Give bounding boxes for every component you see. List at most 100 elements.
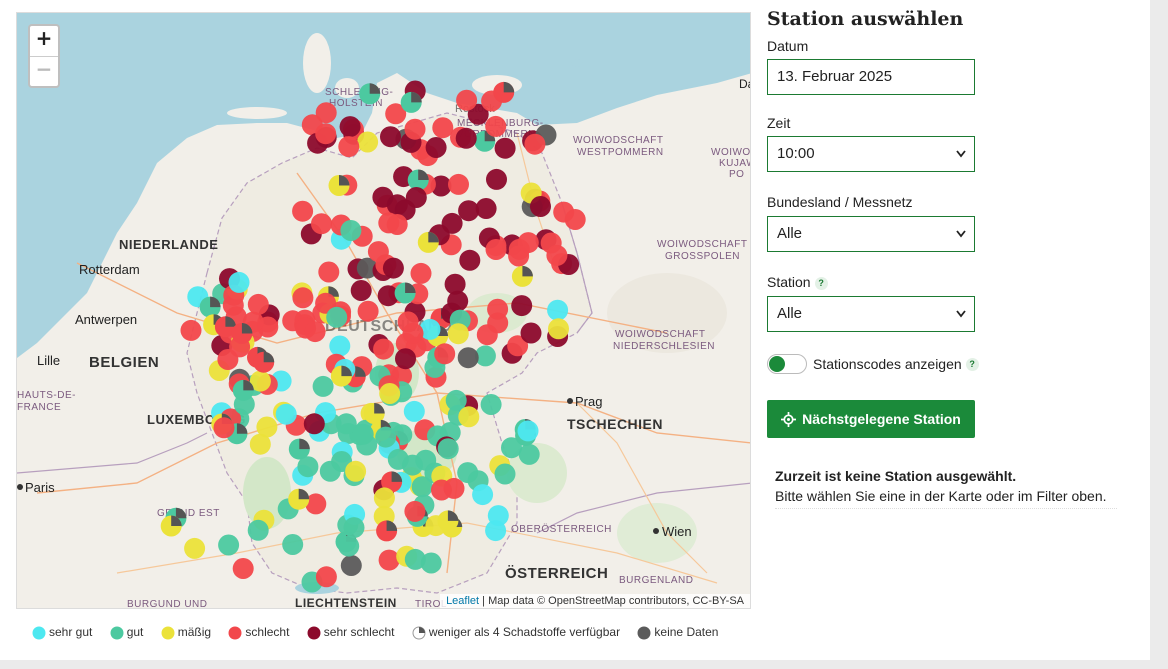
station-marker-schlecht[interactable]	[373, 338, 395, 360]
station-marker-sehr-schlecht[interactable]	[380, 126, 401, 148]
station-marker-schlecht[interactable]	[247, 293, 269, 315]
station-codes-toggle[interactable]	[767, 354, 807, 374]
station-marker-sehr-schlecht[interactable]	[494, 137, 516, 159]
station-marker-schlecht[interactable]	[311, 213, 332, 235]
station-marker-schlecht[interactable]	[448, 173, 469, 195]
station-marker-schlecht[interactable]	[292, 287, 314, 309]
station-marker-sehr-schlecht[interactable]	[350, 280, 372, 301]
station-marker-gut[interactable]	[338, 535, 360, 557]
station-marker-schlecht[interactable]	[434, 343, 456, 365]
station-marker-sehr-schlecht[interactable]	[511, 295, 533, 317]
station-marker-sehr-gut[interactable]	[329, 335, 351, 357]
station-marker-sehr-schlecht[interactable]	[486, 168, 507, 190]
station-marker-gut[interactable]	[343, 517, 365, 539]
zoom-in-button[interactable]: +	[30, 26, 58, 56]
station-marker-gut[interactable]	[319, 460, 341, 482]
station-marker-sehr-schlecht[interactable]	[530, 196, 551, 217]
station-marker-sehr-schlecht[interactable]	[405, 187, 427, 208]
station-marker-schlecht[interactable]	[524, 133, 546, 155]
station-marker-sehr-gut[interactable]	[228, 271, 250, 293]
station-marker-sehr-schlecht[interactable]	[339, 116, 361, 138]
station-marker-sehr-schlecht[interactable]	[455, 127, 477, 149]
zoom-out-button[interactable]: −	[30, 56, 58, 86]
station-marker-gut[interactable]	[518, 443, 540, 465]
leaflet-link[interactable]: Leaflet	[446, 595, 479, 607]
station-marker-sehr-gut[interactable]	[472, 484, 494, 506]
station-marker-schlecht[interactable]	[357, 300, 379, 322]
station-marker-gut[interactable]	[352, 423, 374, 445]
station-marker-schlecht[interactable]	[456, 89, 478, 111]
station-marker-schlecht[interactable]	[443, 477, 465, 499]
station-marker-schlecht[interactable]	[292, 200, 314, 222]
station-marker-sehr-schlecht[interactable]	[382, 257, 404, 279]
station-marker-gut[interactable]	[404, 548, 426, 570]
station-marker-keine-daten[interactable]	[340, 555, 362, 576]
station-select[interactable]: Alle	[767, 296, 975, 332]
station-marker-sehr-gut[interactable]	[547, 299, 569, 321]
station-help-icon[interactable]: ?	[814, 277, 828, 290]
station-marker-gut[interactable]	[387, 448, 409, 470]
station-marker-sehr-schlecht[interactable]	[386, 194, 408, 216]
station-marker-maessig[interactable]	[184, 537, 206, 559]
station-marker-schlecht[interactable]	[315, 123, 337, 145]
station-marker-gut[interactable]	[494, 463, 516, 485]
map[interactable]: SCHLESWIG- HOLSTEIN MECKLENBURG- VORPOMM…	[16, 12, 751, 609]
station-marker-schlecht[interactable]	[378, 549, 400, 571]
station-marker-maessig[interactable]	[373, 487, 395, 509]
station-marker-gut[interactable]	[437, 438, 459, 460]
station-marker-maessig[interactable]	[345, 460, 367, 482]
station-marker-sehr-schlecht[interactable]	[303, 413, 325, 435]
station-marker-gut[interactable]	[480, 394, 502, 415]
station-marker-gut[interactable]	[326, 306, 348, 328]
state-select[interactable]: Alle	[767, 216, 975, 252]
station-marker-maessig[interactable]	[447, 323, 469, 345]
station-marker-sehr-schlecht[interactable]	[520, 322, 542, 344]
station-marker-schlecht[interactable]	[487, 298, 509, 320]
station-marker-schlecht[interactable]	[485, 239, 507, 260]
station-marker-schlecht[interactable]	[410, 262, 432, 284]
station-marker-schlecht[interactable]	[476, 324, 498, 346]
station-marker-gut[interactable]	[312, 375, 334, 397]
station-marker-gut[interactable]	[218, 534, 240, 556]
station-marker-sehr-schlecht[interactable]	[425, 137, 447, 158]
station-marker-keine-daten[interactable]	[457, 347, 479, 369]
station-marker-maessig[interactable]	[379, 383, 401, 404]
station-marker-schlecht[interactable]	[402, 322, 424, 344]
time-select[interactable]: 10:00	[767, 136, 975, 172]
station-marker-sehr-gut[interactable]	[403, 400, 425, 422]
station-marker-gut[interactable]	[340, 220, 362, 241]
station-marker-schlecht[interactable]	[546, 244, 568, 266]
station-marker-gut[interactable]	[297, 456, 319, 478]
station-marker-schlecht[interactable]	[232, 558, 254, 579]
station-marker-maessig[interactable]	[357, 131, 379, 153]
station-marker-maessig[interactable]	[256, 416, 278, 438]
station-marker-schlecht[interactable]	[517, 232, 539, 254]
station-marker-schlecht[interactable]	[432, 117, 454, 139]
station-marker-schlecht[interactable]	[180, 319, 202, 341]
station-marker-sehr-schlecht[interactable]	[459, 249, 481, 271]
station-marker-schlecht[interactable]	[315, 566, 337, 588]
nearest-station-button[interactable]: Nächstgelegene Station	[767, 400, 975, 438]
station-marker-maessig[interactable]	[458, 406, 480, 428]
station-marker-maessig[interactable]	[548, 318, 569, 340]
station-marker-schlecht[interactable]	[318, 261, 340, 283]
station-marker-sehr-gut[interactable]	[275, 403, 297, 425]
station-marker-sehr-gut[interactable]	[485, 520, 507, 542]
toggle-help-icon[interactable]: ?	[965, 358, 979, 372]
station-marker-schlecht[interactable]	[213, 417, 235, 439]
station-marker-schlecht[interactable]	[304, 321, 326, 343]
station-marker-schlecht[interactable]	[404, 118, 426, 140]
station-marker-gut[interactable]	[375, 426, 397, 448]
station-marker-gut[interactable]	[247, 519, 269, 541]
station-marker-sehr-schlecht[interactable]	[395, 348, 416, 370]
station-marker-schlecht[interactable]	[553, 201, 575, 223]
station-marker-sehr-schlecht[interactable]	[441, 212, 463, 234]
station-marker-sehr-schlecht[interactable]	[444, 273, 466, 295]
station-marker-schlecht[interactable]	[338, 136, 360, 158]
station-marker-gut[interactable]	[411, 476, 433, 498]
station-marker-schlecht[interactable]	[404, 500, 426, 522]
station-marker-sehr-gut[interactable]	[517, 420, 539, 442]
station-marker-gut[interactable]	[282, 534, 304, 555]
station-marker-schlecht[interactable]	[315, 102, 337, 124]
station-marker-sehr-schlecht[interactable]	[458, 200, 480, 222]
